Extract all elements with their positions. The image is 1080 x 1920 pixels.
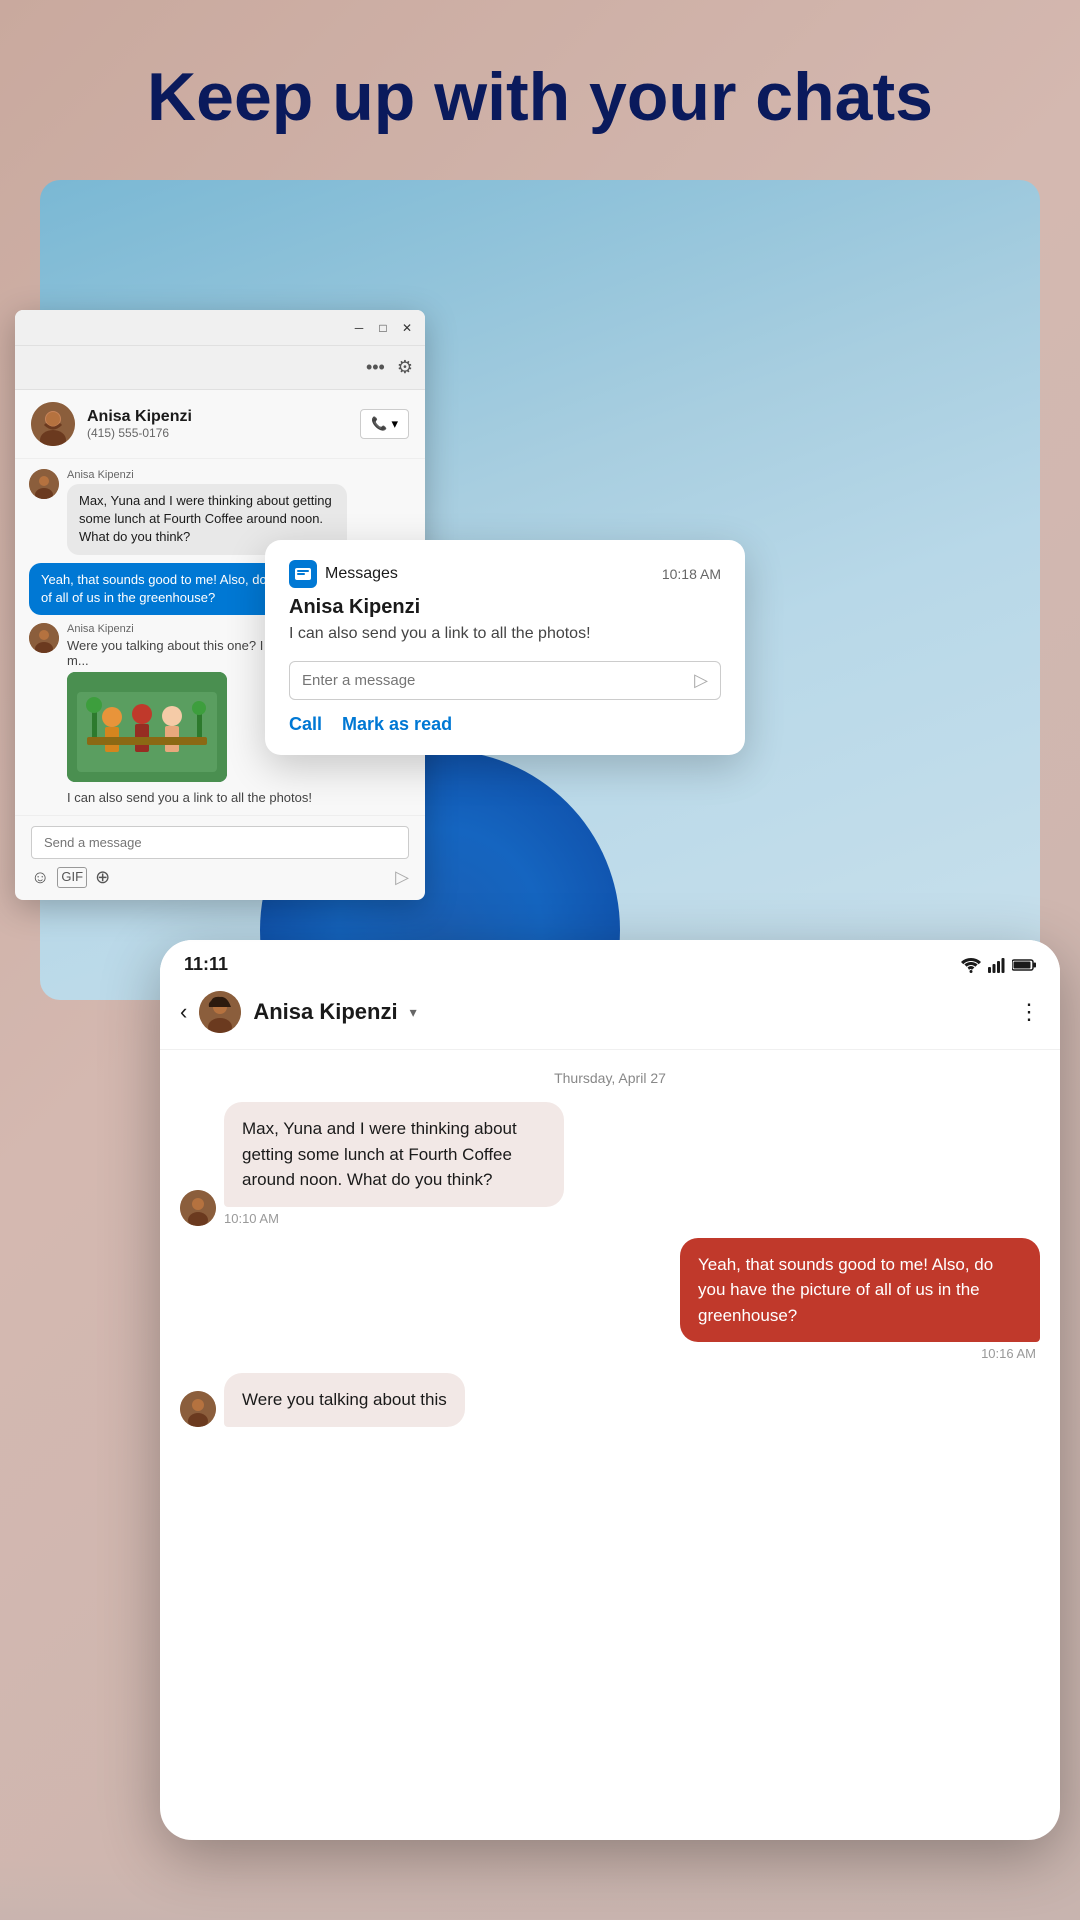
gif-icon[interactable]: GIF [57,867,87,888]
phone-sender-avatar-3 [180,1391,216,1427]
phone-icon: 📞 [371,416,387,432]
phone-bubble-sent-1: Yeah, that sounds good to me! Also, do y… [680,1238,1040,1343]
message-sender-1: Anisa Kipenzi [67,469,347,481]
contact-info: Anisa Kipenzi (415) 555-0176 [87,408,348,440]
phone-msg-time-1: 10:10 AM [224,1211,564,1226]
back-button[interactable]: ‹ [180,999,187,1025]
notification-header: Messages 10:18 AM [289,560,721,588]
window-minimize-button[interactable]: ─ [349,318,369,338]
messages-app-icon [289,560,317,588]
contact-phone: (415) 555-0176 [87,426,348,440]
win-input-area: ☺ GIF ⊕ ▷ [15,815,425,898]
notification-send-icon[interactable]: ▷ [694,670,708,691]
sender-avatar-3 [29,623,59,653]
window-titlebar: ─ □ ✕ [15,310,425,346]
emoji-icon[interactable]: ☺ [31,867,49,888]
notification-reply-input[interactable] [302,672,694,689]
phone-mockup: 11:11 ‹ [160,940,1060,1840]
phone-message-row-3: Were you talking about this [180,1373,1040,1427]
mark-as-read-button[interactable]: Mark as read [342,714,452,735]
more-options-icon[interactable]: ••• [366,357,385,378]
phone-bubble-partial: Were you talking about this [224,1373,465,1427]
phone-time: 11:11 [184,954,228,975]
phone-messages: Max, Yuna and I were thinking about gett… [160,1102,1060,1427]
phone-more-button[interactable]: ⋮ [1018,999,1040,1025]
phone-contact-avatar [199,991,241,1033]
contact-dropdown-icon[interactable]: ▾ [410,1004,417,1021]
contact-header: Anisa Kipenzi (415) 555-0176 📞 ▾ [15,390,425,459]
phone-header: ‹ Anisa Kipenzi ▾ ⋮ [160,983,1060,1050]
phone-msg-time-2: 10:16 AM [981,1346,1040,1361]
win-emoji-icons: ☺ GIF ⊕ [31,867,110,888]
sender-avatar-1 [29,469,59,499]
window-close-button[interactable]: ✕ [397,318,417,338]
phone-sender-avatar-1 [180,1190,216,1226]
notification-app: Messages [289,560,398,588]
battery-icon [1012,958,1036,972]
wifi-icon [960,957,982,973]
contact-avatar [31,402,75,446]
win-input-icons: ☺ GIF ⊕ ▷ [31,867,409,888]
date-divider: Thursday, April 27 [160,1070,1060,1086]
contact-name: Anisa Kipenzi [87,408,348,426]
phone-message-row-2: Yeah, that sounds good to me! Also, do y… [180,1238,1040,1362]
greenhouse-image [67,672,227,782]
signal-icon [988,957,1006,973]
win-send-icon[interactable]: ▷ [395,867,409,888]
window-toolbar: ••• ⚙ [15,346,425,390]
phone-contact-name: Anisa Kipenzi [253,999,397,1025]
window-controls: ─ □ ✕ [349,318,417,338]
phone-message-row-1: Max, Yuna and I were thinking about gett… [180,1102,1040,1226]
call-dropdown-icon: ▾ [391,416,398,432]
notification-actions: Call Mark as read [289,714,721,735]
attachment-icon[interactable]: ⊕ [95,867,110,888]
notification-input-row: ▷ [289,661,721,700]
call-action-button[interactable]: Call [289,714,322,735]
message-plain-4: I can also send you a link to all the ph… [67,790,411,805]
settings-icon[interactable]: ⚙ [397,357,413,378]
phone-message-content-1: Max, Yuna and I were thinking about gett… [224,1102,564,1226]
call-button[interactable]: 📞 ▾ [360,409,409,439]
notification-popup: Messages 10:18 AM Anisa Kipenzi I can al… [265,540,745,755]
page-headline: Keep up with your chats [0,60,1080,135]
phone-status-icons [960,957,1036,973]
notification-sender: Anisa Kipenzi [289,596,721,619]
phone-bubble-received-1: Max, Yuna and I were thinking about gett… [224,1102,564,1207]
win-message-input[interactable] [31,826,409,859]
window-maximize-button[interactable]: □ [373,318,393,338]
notification-time: 10:18 AM [662,566,721,582]
notification-message: I can also send you a link to all the ph… [289,623,721,645]
phone-status-bar: 11:11 [160,940,1060,983]
notification-app-name: Messages [325,565,398,583]
keyboard-area [0,1860,1080,1920]
